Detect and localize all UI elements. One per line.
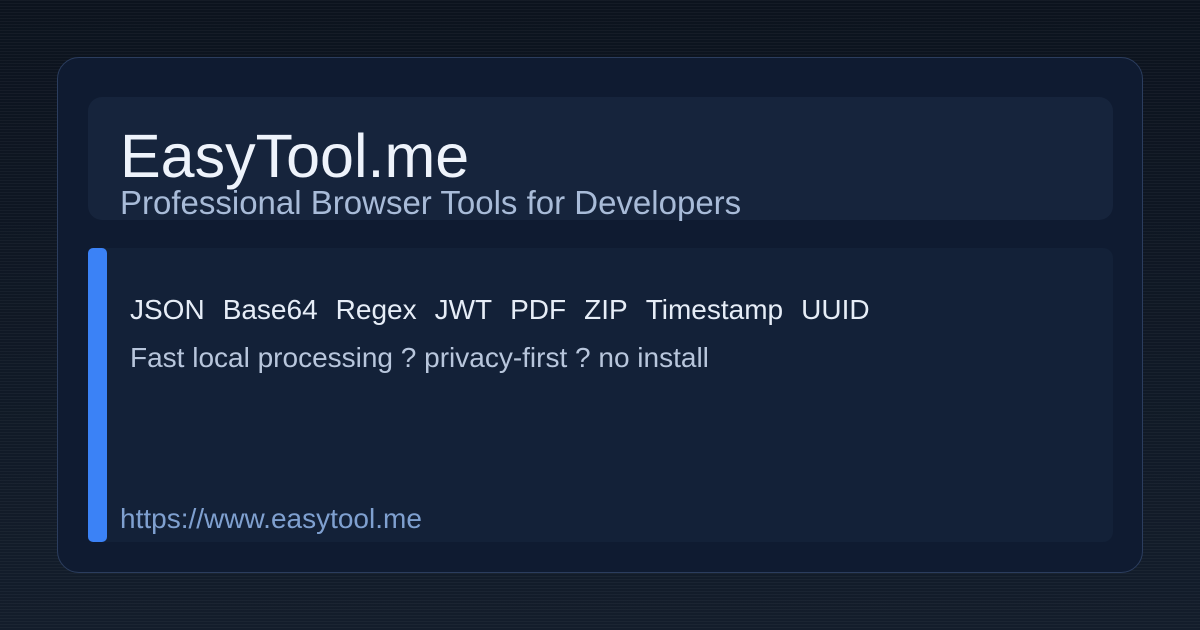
accent-bar xyxy=(88,248,107,542)
tool-tag-json: JSON xyxy=(130,294,205,325)
brand-title: EasyTool.me xyxy=(120,122,470,190)
tool-tag-jwt: JWT xyxy=(434,294,493,325)
tool-tag-uuid: UUID xyxy=(801,294,870,325)
site-url-link[interactable]: https://www.easytool.me xyxy=(120,502,422,536)
tagline: Fast local processing ? privacy-first ? … xyxy=(130,342,709,373)
tool-tag-regex: Regex xyxy=(335,294,417,325)
brand-subtitle: Professional Browser Tools for Developer… xyxy=(120,184,742,221)
tool-tag-pdf: PDF xyxy=(510,294,567,325)
tool-tag-timestamp: Timestamp xyxy=(645,294,784,325)
tool-tag-base64: Base64 xyxy=(222,294,318,325)
tool-tag-zip: ZIP xyxy=(584,294,628,325)
tools-list: JSON Base64 Regex JWT PDF ZIP Timestamp … xyxy=(130,293,870,327)
